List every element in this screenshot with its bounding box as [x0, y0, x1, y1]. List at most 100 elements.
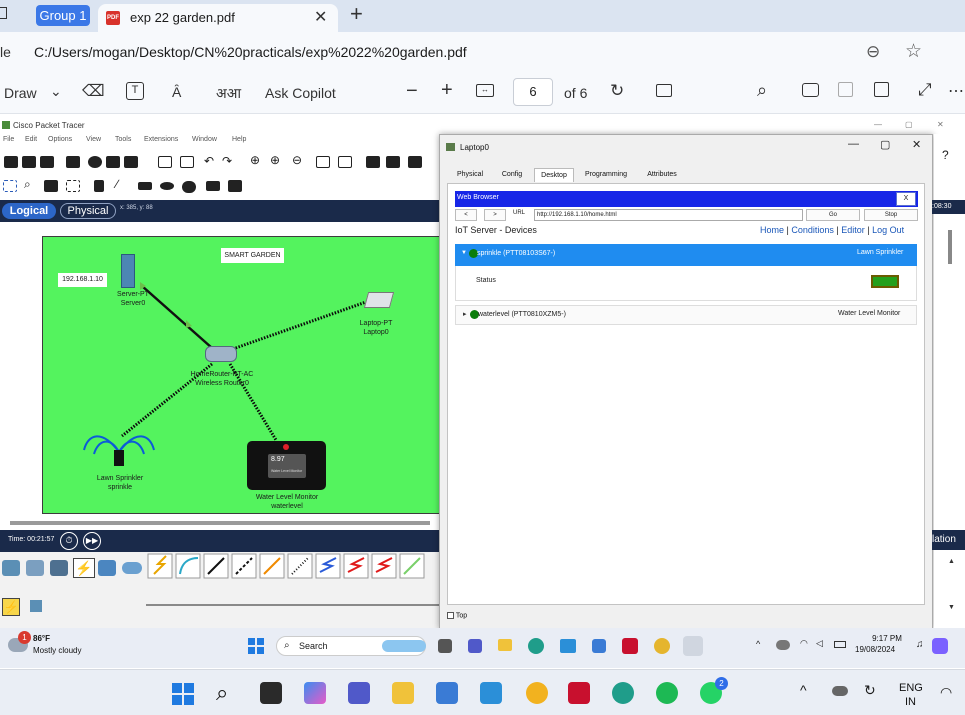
weather-temperature[interactable]: 86°F [33, 634, 50, 643]
myhp-taskbar-icon[interactable] [480, 682, 502, 704]
draw-button[interactable]: Draw [4, 85, 37, 101]
task-view-icon[interactable] [438, 639, 452, 653]
more-icon[interactable]: ⋯ [948, 81, 964, 101]
tray-cloud-icon[interactable] [776, 640, 790, 650]
search-icon[interactable]: ⌕ [757, 80, 767, 101]
tab-attributes[interactable]: Attributes [640, 168, 684, 182]
forward-button[interactable]: > [484, 209, 506, 221]
cable-auto-icon[interactable] [147, 553, 173, 579]
dialog-minimize-icon[interactable]: — [848, 138, 859, 150]
notification-bell-icon[interactable]: ♫ [916, 639, 924, 650]
scroll-down-icon[interactable]: ▼ [948, 604, 955, 611]
volume-icon[interactable]: ◁ [816, 638, 823, 649]
teams-icon[interactable] [468, 639, 482, 653]
link-editor[interactable]: Editor [841, 225, 865, 235]
checkbox-icon[interactable] [447, 612, 454, 619]
save-as-icon[interactable] [874, 82, 889, 97]
sprinkler-icon[interactable] [82, 424, 156, 472]
device-row-waterlevel[interactable]: ▸ waterlevel (PTT0810XZM5-) Water Level … [455, 305, 917, 325]
address-url[interactable]: C:/Users/mogan/Desktop/CN%20practicals/e… [34, 44, 467, 60]
server-icon[interactable] [121, 254, 135, 288]
status-toggle[interactable] [871, 275, 899, 288]
cable-serial-dce-icon[interactable] [343, 553, 369, 579]
file-explorer-icon[interactable] [498, 639, 512, 651]
print-icon[interactable] [802, 83, 819, 97]
tab-active[interactable]: PDF exp 22 garden.pdf ✕ [98, 4, 338, 32]
link-logout[interactable]: Log Out [872, 225, 904, 235]
tab-config[interactable]: Config [492, 168, 532, 182]
end-devices-icon[interactable] [26, 560, 44, 576]
stop-button[interactable]: Stop [864, 209, 918, 221]
expand-icon[interactable]: ⤢ [918, 80, 932, 100]
dialog-close-icon[interactable]: ✕ [912, 138, 921, 151]
tab-desktop[interactable]: Desktop [534, 168, 574, 182]
text-box-icon[interactable]: T [126, 82, 144, 100]
cable-coax-icon[interactable] [315, 553, 341, 579]
edge-taskbar-icon[interactable] [612, 682, 634, 704]
zoom-out-icon[interactable]: ⊖ [866, 42, 880, 62]
top-checkbox[interactable]: Top [447, 612, 467, 619]
tab-group-chip[interactable]: Group 1 [36, 5, 90, 26]
packet-tracer-taskbar-icon[interactable] [683, 636, 703, 656]
web-browser-close-button[interactable]: X [896, 192, 916, 206]
start-icon[interactable] [248, 638, 264, 654]
router-icon[interactable] [205, 346, 237, 362]
onedrive-icon[interactable] [832, 686, 848, 696]
page-number-input[interactable]: 6 [513, 78, 553, 106]
tab-programming[interactable]: Programming [576, 168, 636, 182]
canvas-scrollbar[interactable] [10, 521, 430, 525]
cable-straight-icon[interactable] [203, 553, 229, 579]
side-scrollbar[interactable] [948, 230, 952, 264]
mcafee-icon[interactable] [622, 638, 638, 654]
close-tab-icon[interactable]: ✕ [314, 7, 327, 27]
copilot-taskbar-icon[interactable] [304, 682, 326, 704]
save-icon[interactable] [838, 82, 853, 97]
toolbox-scrollbar[interactable] [146, 604, 440, 606]
zoom-plus-icon[interactable]: + [441, 79, 453, 102]
chrome-icon[interactable] [654, 638, 670, 654]
cable-octal-icon[interactable] [399, 553, 425, 579]
fit-page-icon[interactable]: ↔ [476, 84, 494, 97]
misc-icon[interactable] [98, 560, 116, 576]
translate-button[interactable]: अआ [216, 84, 241, 103]
weather-description[interactable]: Mostly cloudy [33, 646, 81, 655]
cable-fiber-icon[interactable] [259, 553, 285, 579]
teams-taskbar-icon[interactable] [348, 682, 370, 704]
copilot-tray-icon[interactable] [932, 638, 948, 654]
url-input[interactable]: http://192.168.1.10/home.html [534, 209, 803, 221]
tray-chevron-icon[interactable]: ^ [756, 639, 760, 649]
network-devices-icon[interactable] [2, 560, 20, 576]
page-view-icon[interactable] [656, 84, 672, 97]
cable-serial-dte-icon[interactable] [371, 553, 397, 579]
task-view-taskbar-icon[interactable] [260, 682, 282, 704]
expand-chevron-icon[interactable]: ▸ [463, 310, 467, 318]
sync-icon[interactable]: ↻ [864, 682, 876, 699]
collapse-chevron-icon[interactable]: ▼ [461, 250, 467, 256]
ask-copilot-button[interactable]: Ask Copilot [265, 85, 336, 101]
inner-clock-date[interactable]: 19/08/2024 [855, 645, 895, 654]
dialog-maximize-icon[interactable]: ▢ [880, 138, 890, 151]
eraser-icon[interactable]: ⌫ [82, 81, 105, 101]
water-level-monitor-icon[interactable]: 8.97 Water Level Monitor [247, 441, 326, 490]
cable-phone-icon[interactable] [287, 553, 313, 579]
pt-close-icon[interactable]: ✕ [937, 120, 944, 129]
cable-crossover-icon[interactable] [231, 553, 257, 579]
multiuser-icon[interactable] [122, 562, 142, 574]
wifi-icon[interactable]: ◠ [800, 638, 808, 649]
pt-maximize-icon[interactable]: ▢ [905, 120, 913, 129]
simulation-tab[interactable]: lation [932, 530, 965, 550]
tab-physical[interactable]: Physical [450, 168, 490, 182]
cable-console-icon[interactable] [175, 553, 201, 579]
new-tab-icon[interactable]: + [350, 3, 363, 25]
scroll-up-icon[interactable]: ▲ [948, 558, 955, 565]
back-button[interactable]: < [455, 209, 477, 221]
go-button[interactable]: Go [806, 209, 860, 221]
mcafee-taskbar-icon[interactable] [568, 682, 590, 704]
battery-icon[interactable] [834, 641, 846, 648]
rotate-icon[interactable]: ↻ [610, 81, 624, 101]
language-region[interactable]: IN [905, 696, 916, 708]
help-icon[interactable]: ? [942, 148, 949, 162]
draw-dropdown-icon[interactable]: ⌄ [50, 83, 62, 100]
laptop-icon[interactable] [363, 292, 395, 308]
connections-icon[interactable]: ⚡ [73, 558, 95, 578]
